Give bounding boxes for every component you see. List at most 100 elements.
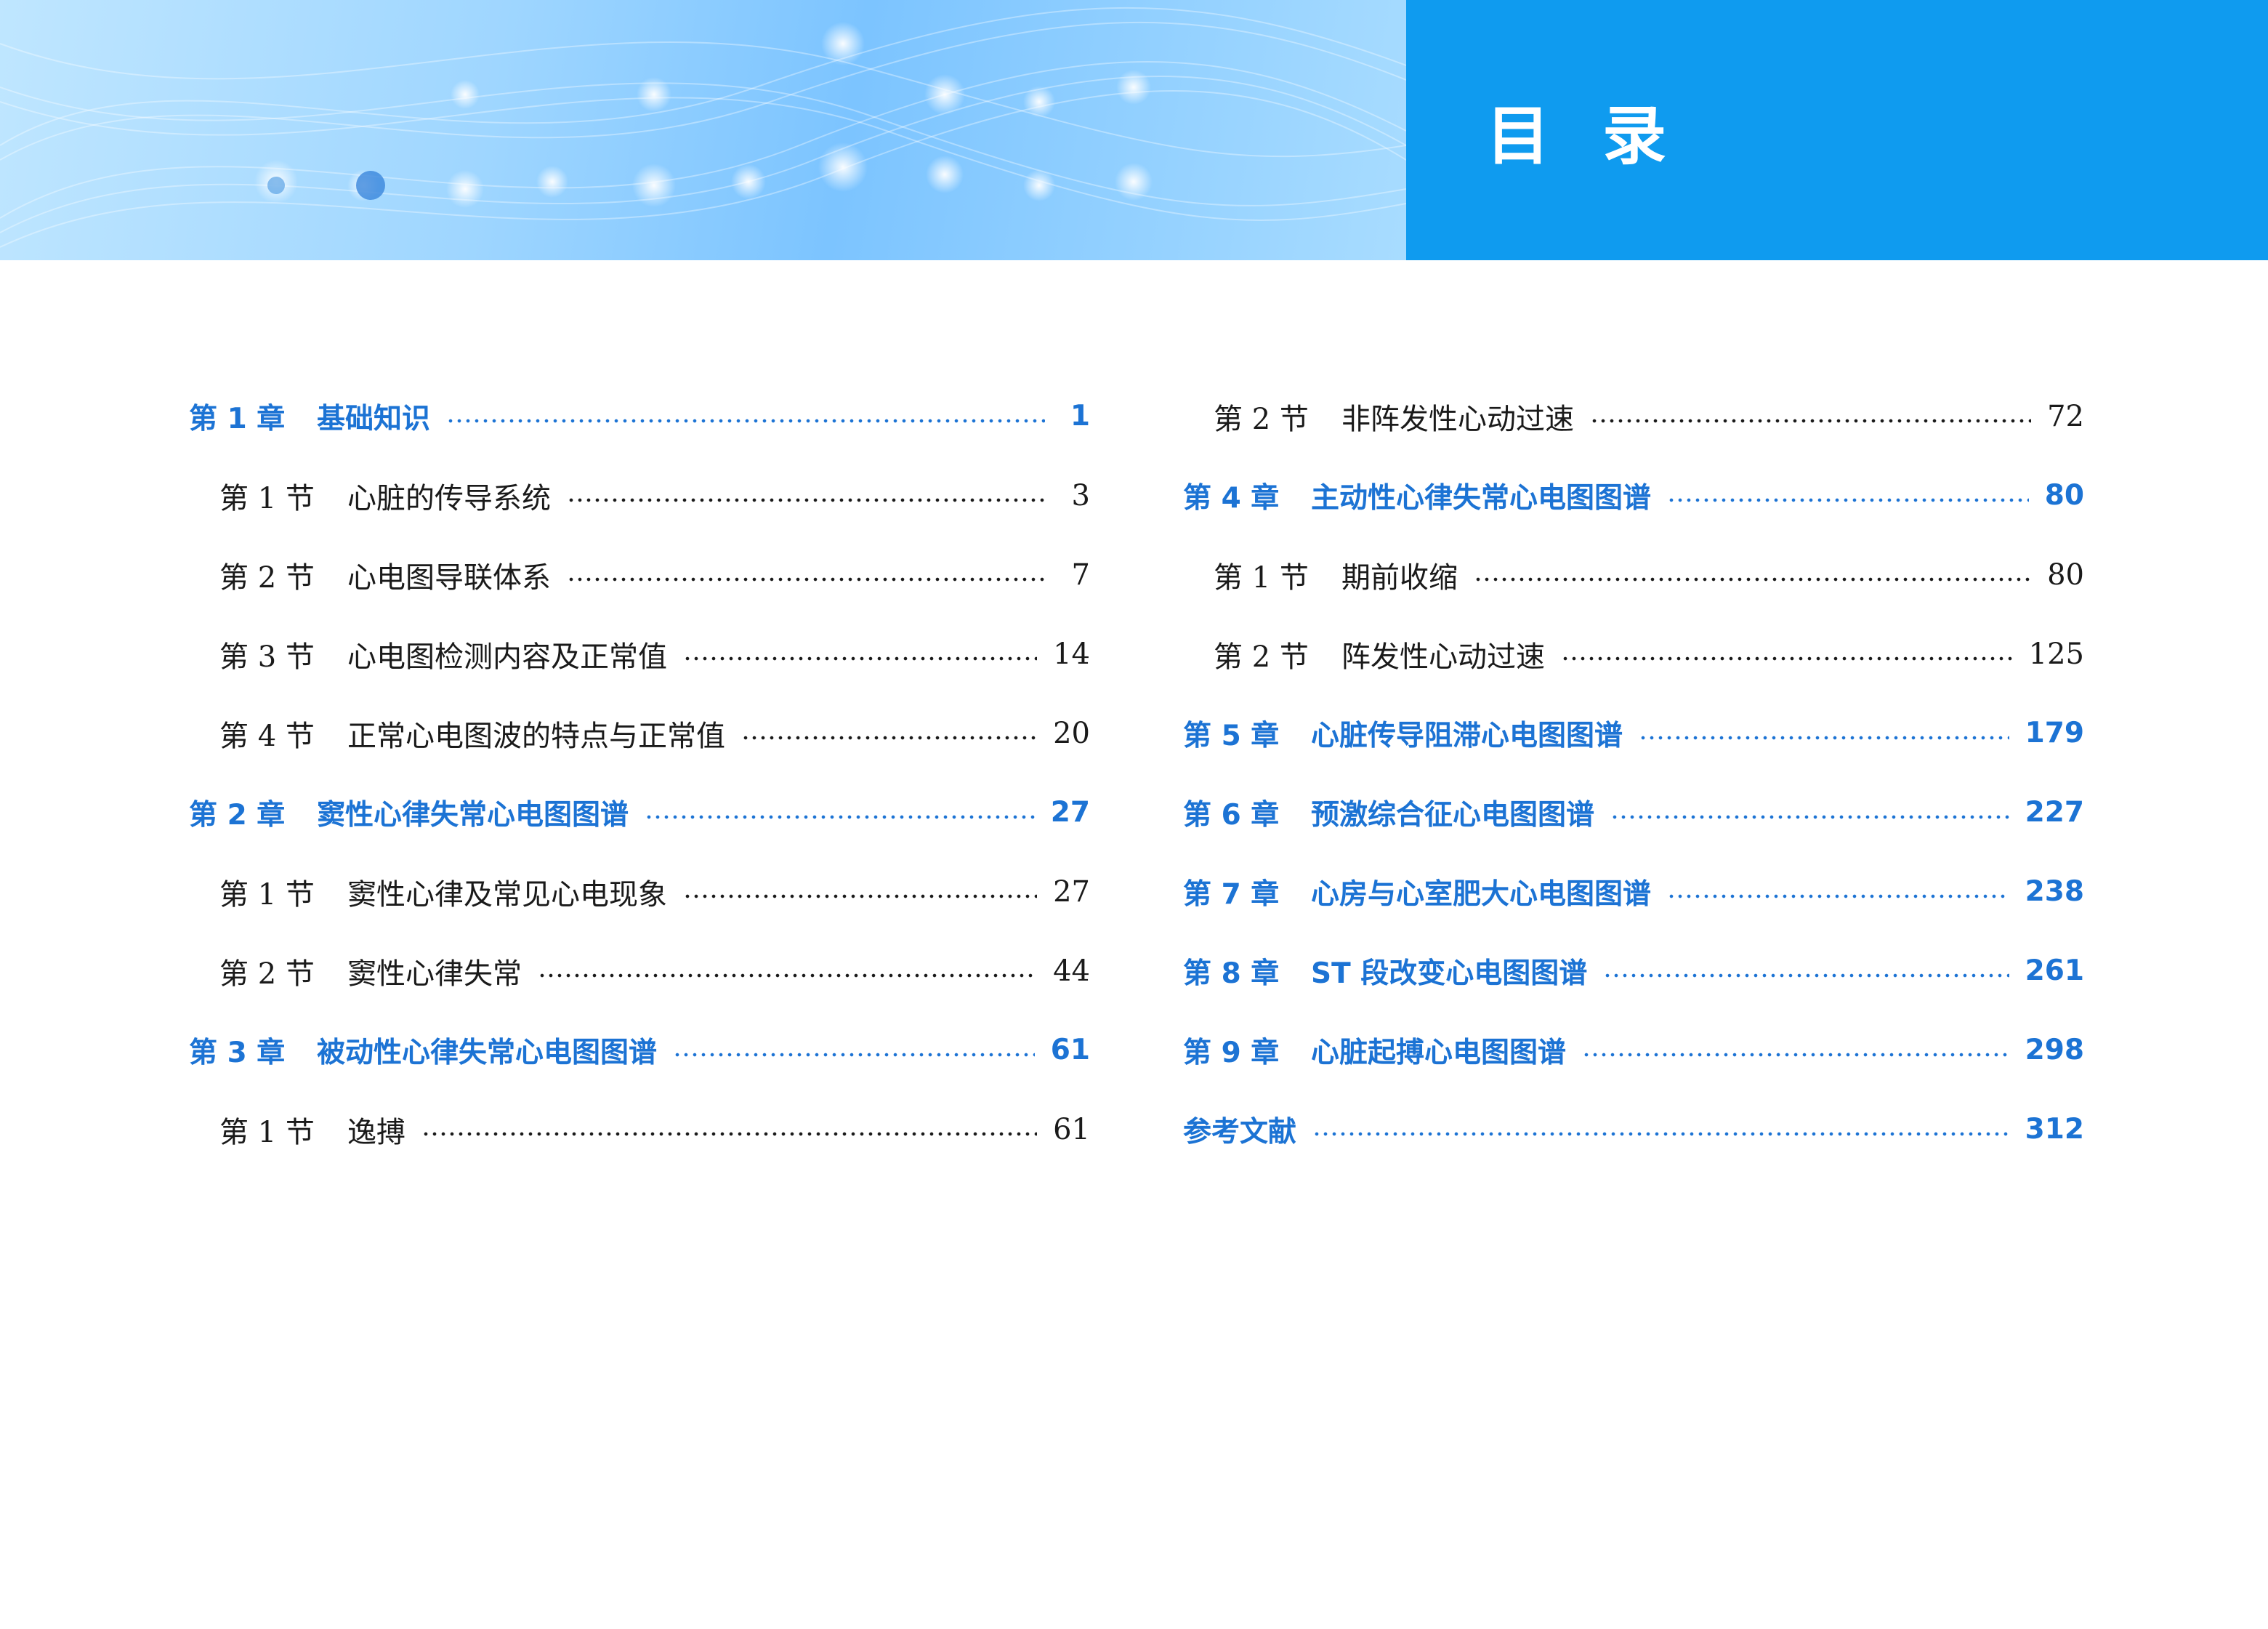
dot-leader [421, 1131, 1038, 1136]
dot-leader [741, 735, 1038, 740]
toc-entry-page-number: 27 [1050, 796, 1090, 829]
toc-entry-label: 期前收缩 [1341, 560, 1458, 595]
toc-entry-page-number: 298 [2025, 1034, 2084, 1066]
toc-entry-label: 阵发性心动过速 [1341, 640, 1545, 674]
toc-entry-page-number: 61 [1050, 1034, 1090, 1066]
toc-entry-page-number: 7 [1071, 558, 1090, 592]
toc-entry-label: 心电图检测内容及正常值 [347, 640, 667, 674]
toc-entry-label: 心脏起搏心电图图谱 [1311, 1036, 1567, 1069]
toc-entry-number: 第 5 章 [1183, 719, 1280, 752]
toc-entry-number: 第 3 节 [219, 640, 315, 674]
toc-entry-label: 基础知识 [317, 402, 431, 435]
toc-entry-label: 心脏传导阻滞心电图图谱 [1311, 719, 1623, 752]
toc-entry-number: 第 3 章 [189, 1036, 286, 1069]
dot-leader [1639, 735, 2009, 740]
toc-entry-number: 第 4 章 [1183, 481, 1280, 515]
toc-entry-label: 窦性心律失常心电图图谱 [317, 798, 629, 832]
toc-entry-chapter[interactable]: 第 4 章主动性心律失常心电图图谱 80 [1183, 456, 2084, 535]
toc-column-right: 第 2 节非阵发性心动过速 72 第 4 章主动性心律失常心电图图谱 80 第 1 节期… [1183, 377, 2084, 1169]
toc-entry-section[interactable]: 第 1 节逸搏 61 [189, 1090, 1090, 1169]
dot-leader [1582, 1052, 2009, 1057]
toc-entry-number: 第 2 节 [219, 560, 315, 595]
toc-entry-page-number: 125 [2028, 637, 2084, 671]
dot-leader [1561, 656, 2013, 661]
toc-entry-page-number: 80 [2044, 479, 2084, 512]
toc-entry-page-number: 61 [1053, 1112, 1090, 1146]
toc-entry-chapter[interactable]: 第 3 章被动性心律失常心电图图谱 61 [189, 1010, 1090, 1090]
toc-entry-page-number: 44 [1053, 954, 1090, 988]
toc-entry-page-number: 227 [2025, 796, 2084, 829]
decorative-banner [0, 0, 1406, 260]
dot-leader [1610, 814, 2009, 819]
toc-entry-chapter[interactable]: 第 1 章基础知识 1 [189, 377, 1090, 456]
toc-entry-label: 窦性心律及常见心电现象 [347, 877, 667, 912]
toc-entry-page-number: 261 [2025, 954, 2084, 987]
toc-entry-number: 第 2 节 [219, 957, 315, 991]
wave-pattern-graphic [0, 7, 1406, 248]
toc-entry-page-number: 3 [1071, 478, 1090, 512]
toc-entry-label: 被动性心律失常心电图图谱 [317, 1036, 658, 1069]
toc-entry-label: 心脏的传导系统 [347, 481, 551, 515]
toc-entry-number: 第 8 章 [1183, 957, 1280, 990]
page-title: 目录 [1486, 97, 1719, 174]
dot-leader [446, 418, 1045, 423]
dot-leader [1590, 418, 2032, 423]
dot-leader [567, 576, 1045, 582]
toc-entry-number: 第 4 节 [219, 719, 315, 753]
toc-entry-chapter[interactable]: 第 9 章心脏起搏心电图图谱 298 [1183, 1010, 2084, 1090]
toc-entry-chapter[interactable]: 第 7 章心房与心室肥大心电图图谱 238 [1183, 852, 2084, 931]
toc-entry-section[interactable]: 第 1 节窦性心律及常见心电现象 27 [189, 852, 1090, 931]
toc-entry-label: 预激综合征心电图图谱 [1311, 798, 1595, 832]
toc-entry-label: 心电图导联体系 [347, 560, 551, 595]
toc-entry-number: 第 1 节 [219, 877, 315, 912]
toc-entry-ref[interactable]: 参考文献 312 [1183, 1090, 2084, 1169]
toc-entry-section[interactable]: 第 2 节阵发性心动过速 125 [1183, 614, 2084, 693]
dot-leader [1667, 497, 2029, 502]
toc-entry-section[interactable]: 第 3 节心电图检测内容及正常值 14 [189, 614, 1090, 693]
toc-entry-number: 第 7 章 [1183, 877, 1280, 911]
toc-entry-page-number: 72 [2047, 399, 2084, 433]
toc-entry-section[interactable]: 第 2 节窦性心律失常 44 [189, 931, 1090, 1010]
dot-leader [538, 973, 1038, 978]
toc-entry-section[interactable]: 第 1 节心脏的传导系统 3 [189, 456, 1090, 535]
toc-entry-chapter[interactable]: 第 6 章预激综合征心电图图谱 227 [1183, 773, 2084, 852]
toc-entry-section[interactable]: 第 4 节正常心电图波的特点与正常值 20 [189, 693, 1090, 773]
dot-leader [1667, 893, 2009, 898]
toc-entry-label: ST 段改变心电图图谱 [1311, 957, 1588, 990]
dot-leader [645, 814, 1035, 819]
toc-entry-chapter[interactable]: 第 2 章窦性心律失常心电图图谱 27 [189, 773, 1090, 852]
toc-entry-page-number: 179 [2025, 717, 2084, 749]
toc-entry-page-number: 80 [2047, 558, 2084, 592]
toc-entry-number: 第 9 章 [1183, 1036, 1280, 1069]
toc-entry-page-number: 14 [1053, 637, 1090, 671]
toc-entry-number: 第 1 节 [219, 1115, 315, 1149]
toc-entry-page-number: 1 [1070, 400, 1090, 433]
dot-leader [1603, 973, 2009, 978]
toc-entry-section[interactable]: 第 2 节心电图导联体系 7 [189, 535, 1090, 614]
toc-entry-label: 主动性心律失常心电图图谱 [1311, 481, 1652, 515]
toc-column-left: 第 1 章基础知识 1 第 1 节心脏的传导系统 3 第 2 节心电图导联体系 7 第 3 … [189, 377, 1090, 1169]
toc-entry-number: 第 1 章 [189, 402, 286, 435]
toc-entry-chapter[interactable]: 第 5 章心脏传导阻滞心电图图谱 179 [1183, 693, 2084, 773]
toc-entry-page-number: 312 [2025, 1113, 2084, 1146]
toc-entry-chapter[interactable]: 第 8 章 ST 段改变心电图图谱 261 [1183, 931, 2084, 1010]
toc-entry-number: 第 1 节 [1214, 560, 1309, 595]
toc-entry-label: 非阵发性心动过速 [1341, 402, 1574, 436]
toc-entry-section[interactable]: 第 1 节期前收缩 80 [1183, 535, 2084, 614]
toc-entry-page-number: 27 [1053, 874, 1090, 909]
dot-leader [683, 656, 1038, 661]
toc-entry-label: 窦性心律失常 [347, 957, 522, 991]
toc-entry-number: 第 2 节 [1214, 402, 1309, 436]
toc-entry-number: 第 2 章 [189, 798, 286, 832]
toc-entry-label: 参考文献 [1183, 1115, 1297, 1149]
toc-entry-section[interactable]: 第 2 节非阵发性心动过速 72 [1183, 377, 2084, 456]
toc-entry-number: 第 2 节 [1214, 640, 1309, 674]
dot-leader [1474, 576, 2032, 582]
dot-leader [673, 1052, 1035, 1057]
toc-entry-number: 第 1 节 [219, 481, 315, 515]
dot-leader [1312, 1131, 2009, 1136]
title-block: 目录 [1406, 0, 2268, 260]
dot-leader [567, 497, 1045, 502]
toc-entry-page-number: 238 [2025, 875, 2084, 908]
toc-entry-label: 正常心电图波的特点与正常值 [347, 719, 725, 753]
